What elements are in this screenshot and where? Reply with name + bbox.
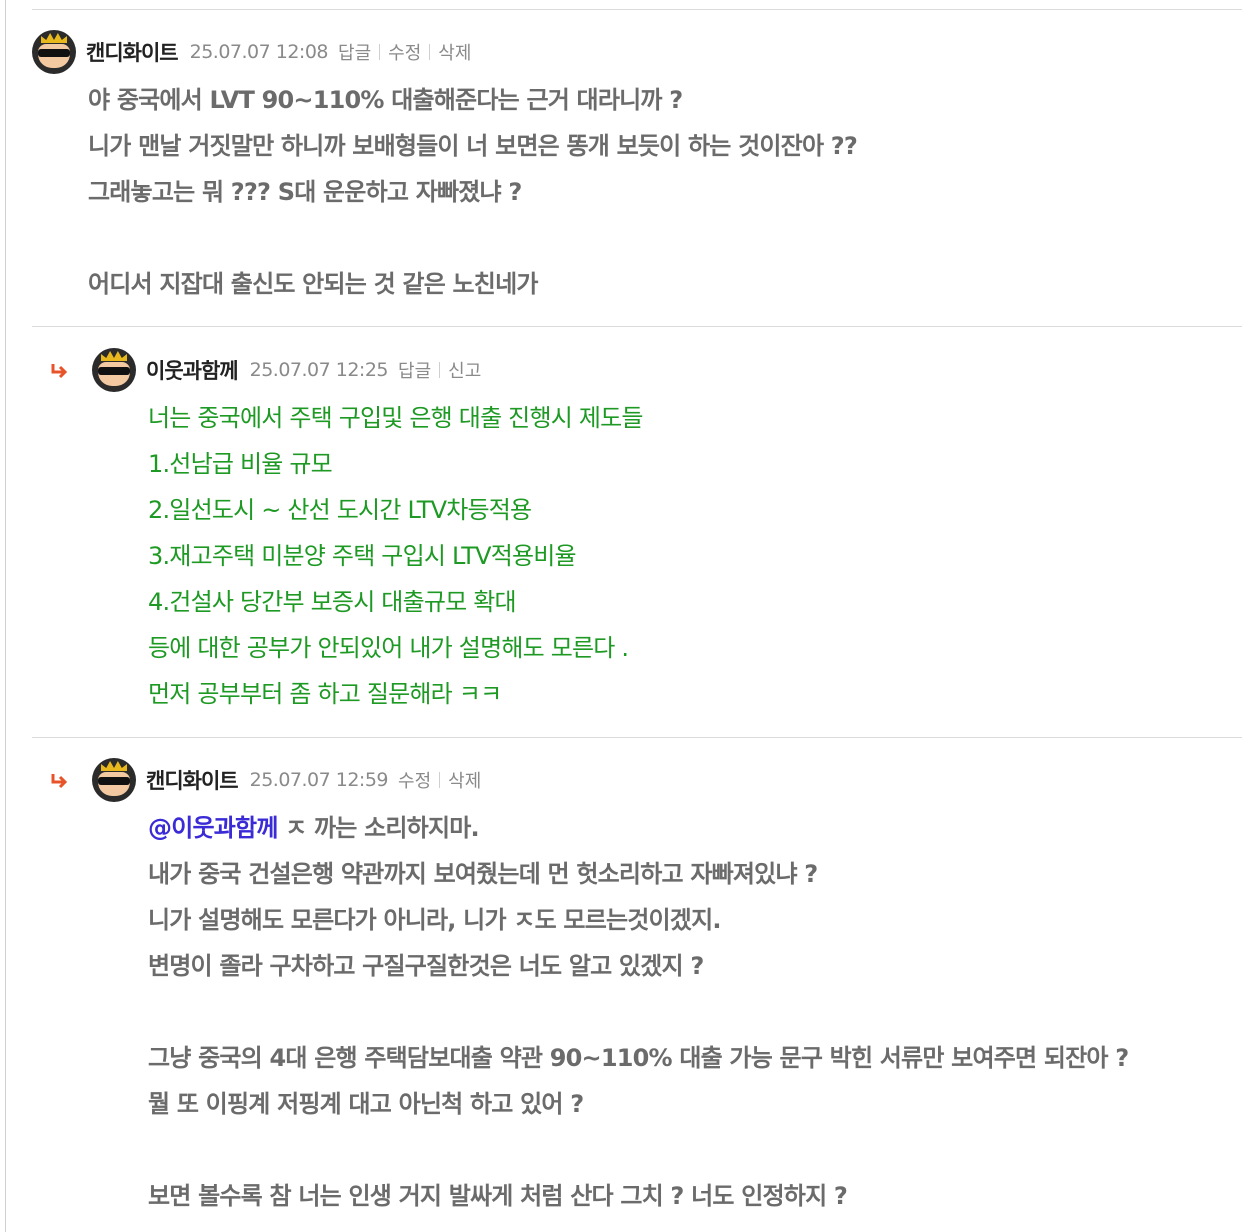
avatar[interactable] [92, 348, 136, 392]
avatar[interactable] [92, 758, 136, 802]
comment-body: 야 중국에서 LVT 90~110% 대출해준다는 근거 대라니까 ? 니가 맨… [88, 77, 858, 307]
comment-line: @이웃과함께 ㅈ 까는 소리하지마. [148, 805, 1128, 851]
thread-left-rule [5, 0, 6, 1232]
comment-line: 등에 대한 공부가 안되있어 내가 설명해도 모른다 . [148, 634, 629, 662]
comment-line: 그래놓고는 뭐 ??? S대 운운하고 자빠졌냐 ? [88, 178, 522, 206]
comment-line: 어디서 지잡대 출신도 안되는 것 같은 노친네가 [88, 270, 538, 298]
edit-button[interactable]: 수정 [398, 767, 431, 793]
reply-arrow-icon [51, 774, 68, 789]
delete-button[interactable]: 삭제 [448, 767, 481, 793]
comment-actions: 답글 수정 삭제 [338, 39, 471, 65]
reply-button[interactable]: 답글 [398, 357, 431, 383]
timestamp: 25.07.07 12:08 [189, 41, 329, 63]
comment-line: 2.일선도시 ~ 산선 도시간 LTV차등적용 [148, 496, 532, 524]
comment-body: 너는 중국에서 주택 구입및 은행 대출 진행시 제도들 1.선남급 비율 규모… [148, 395, 643, 717]
timestamp: 25.07.07 12:25 [249, 359, 389, 381]
delete-button[interactable]: 삭제 [438, 39, 471, 65]
divider [32, 326, 1242, 327]
comment-line: 보면 볼수록 참 너는 인생 거지 발싸게 처럼 산다 그치 ? 너도 인정하지… [148, 1182, 848, 1210]
timestamp: 25.07.07 12:59 [249, 769, 389, 791]
edit-button[interactable]: 수정 [388, 39, 421, 65]
username[interactable]: 캔디화이트 [86, 37, 179, 67]
comment-line: 먼저 공부부터 좀 하고 질문해라 ㅋㅋ [148, 680, 502, 708]
comment-text: ㅈ 까는 소리하지마. [277, 814, 479, 842]
comment-line: 그냥 중국의 4대 은행 주택담보대출 약관 90~110% 대출 가능 문구 … [148, 1044, 1129, 1072]
username[interactable]: 캔디화이트 [146, 765, 239, 795]
reply-arrow-icon [51, 364, 68, 379]
comment-line: 니가 맨날 거짓말만 하니까 보배형들이 너 보면은 똥개 보듯이 하는 것이잔… [88, 132, 858, 160]
comment-line: 야 중국에서 LVT 90~110% 대출해준다는 근거 대라니까 ? [88, 86, 683, 114]
username[interactable]: 이웃과함께 [146, 355, 239, 385]
comment-line: 니가 설명해도 모른다가 아니라, 니가 ㅈ도 모르는것이겠지. [148, 906, 721, 934]
comment-line: 4.건설사 당간부 보증시 대출규모 확대 [148, 588, 517, 616]
comment-line: 3.재고주택 미분양 주택 구입시 LTV적용비율 [148, 542, 577, 570]
comment-actions: 수정 삭제 [398, 767, 481, 793]
divider [32, 9, 1242, 10]
comment-line: 변명이 졸라 구차하고 구질구질한것은 너도 알고 있겠지 ? [148, 952, 704, 980]
comment-actions: 답글 신고 [398, 357, 481, 383]
comment-header: 이웃과함께 25.07.07 12:25 답글 신고 [92, 348, 481, 392]
avatar[interactable] [32, 30, 76, 74]
divider [32, 737, 1242, 738]
comment-header: 캔디화이트 25.07.07 12:08 답글 수정 삭제 [32, 30, 471, 74]
comment-line: 뭘 또 이핑계 저핑계 대고 아닌척 하고 있어 ? [148, 1090, 584, 1118]
comment-line: 내가 중국 건설은행 약관까지 보여줬는데 먼 헛소리하고 자빠져있냐 ? [148, 860, 818, 888]
comment-header: 캔디화이트 25.07.07 12:59 수정 삭제 [92, 758, 481, 802]
comment-line: 너는 중국에서 주택 구입및 은행 대출 진행시 제도들 [148, 404, 643, 432]
comment-line: 1.선남급 비율 규모 [148, 450, 333, 478]
report-button[interactable]: 신고 [448, 357, 481, 383]
mention-link[interactable]: @이웃과함께 [148, 814, 278, 842]
reply-button[interactable]: 답글 [338, 39, 371, 65]
comment-body: @이웃과함께 ㅈ 까는 소리하지마. 내가 중국 건설은행 약관까지 보여줬는데… [148, 805, 1129, 1219]
